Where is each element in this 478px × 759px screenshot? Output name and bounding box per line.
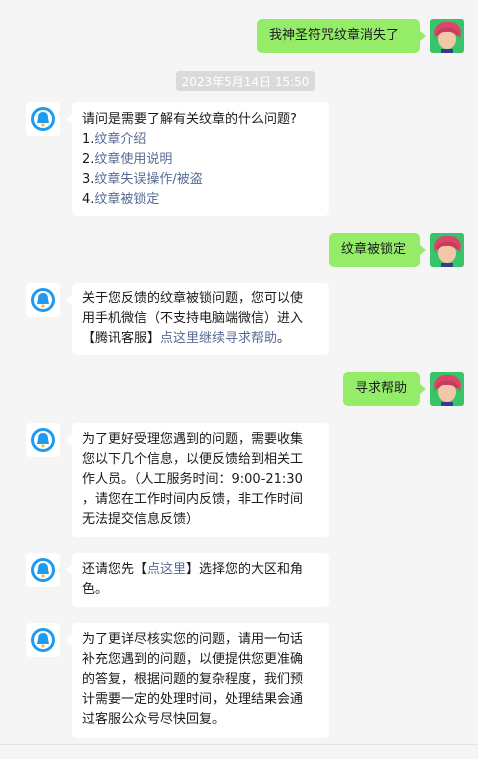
tencent-service-icon xyxy=(31,558,55,582)
outgoing-message-2: 纹章被锁定 xyxy=(329,233,426,267)
menu-option-4[interactable]: 4.纹章被锁定 xyxy=(82,190,319,210)
bot-avatar[interactable] xyxy=(26,423,60,457)
menu-option-link[interactable]: 纹章使用说明 xyxy=(94,152,172,167)
incoming-message-help: 关于您反馈的纹章被锁问题，您可以使 用手机微信（不支持电脑端微信）进入 【腾讯客… xyxy=(66,283,329,355)
menu-option-link[interactable]: 纹章介绍 xyxy=(94,132,146,147)
incoming-message-select-region: 还请您先【点这里】选择您的大区和角 色。 xyxy=(66,553,329,607)
bot-avatar[interactable] xyxy=(26,553,60,587)
input-area-edge xyxy=(0,744,478,759)
user-avatar-image xyxy=(430,233,464,267)
incoming-message-details: 为了更详尽核实您的问题，请用一句话 补充您遇到的问题，以便提供您更准确 的答复，… xyxy=(66,623,329,738)
menu-option-3[interactable]: 3.纹章失误操作/被盗 xyxy=(82,170,319,190)
menu-option-2[interactable]: 2.纹章使用说明 xyxy=(82,150,319,170)
user-avatar[interactable] xyxy=(430,19,464,53)
tencent-service-icon xyxy=(31,107,55,131)
outgoing-message-3: 寻求帮助 xyxy=(343,372,426,406)
tencent-service-icon xyxy=(31,628,55,652)
menu-option-1[interactable]: 1.纹章介绍 xyxy=(82,130,319,150)
incoming-message-info-request: 为了更好受理您遇到的问题，需要收集 您以下几个信息，以便反馈给到相关工 作人员。… xyxy=(66,423,329,537)
message-text: 纹章被锁定 xyxy=(341,242,407,257)
incoming-message-menu: 请问是需要了解有关纹章的什么问题? 1.纹章介绍 2.纹章使用说明 3.纹章失误… xyxy=(66,102,329,216)
user-avatar[interactable] xyxy=(430,233,464,267)
continue-help-link[interactable]: 点这里继续寻求帮助 xyxy=(160,331,277,346)
outgoing-message-1: 我神圣符咒纹章消失了 xyxy=(257,19,426,53)
message-text: 我神圣符咒纹章消失了 xyxy=(269,28,400,43)
bot-avatar[interactable] xyxy=(26,623,60,657)
menu-option-link[interactable]: 纹章失误操作/被盗 xyxy=(94,172,202,187)
click-here-link[interactable]: 点这里 xyxy=(147,562,186,577)
menu-intro: 请问是需要了解有关纹章的什么问题? xyxy=(82,112,297,127)
message-text: 寻求帮助 xyxy=(355,381,408,396)
bot-avatar[interactable] xyxy=(26,102,60,136)
tencent-service-icon xyxy=(31,428,55,452)
tencent-service-icon xyxy=(31,288,55,312)
bot-avatar[interactable] xyxy=(26,283,60,317)
user-avatar[interactable] xyxy=(430,372,464,406)
user-avatar-image xyxy=(430,19,464,53)
timestamp-label: 2023年5月14日 15:50 xyxy=(176,71,315,91)
user-avatar-image xyxy=(430,372,464,406)
menu-option-link[interactable]: 纹章被锁定 xyxy=(94,192,159,207)
